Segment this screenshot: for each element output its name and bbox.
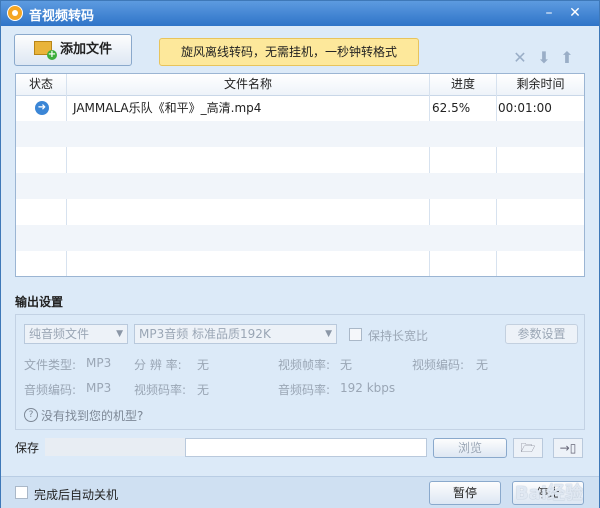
- keep-ratio-label: 保持长宽比: [368, 329, 429, 343]
- save-path-blurred: [45, 438, 185, 456]
- params-settings-button[interactable]: 参数设置: [505, 324, 578, 344]
- resolution-value: 无: [197, 358, 210, 372]
- help-icon: ?: [24, 408, 38, 422]
- move-down-icon[interactable]: ⬇: [536, 48, 552, 67]
- output-settings-panel: 纯音频文件 ▼ MP3音频 标准品质192K ▼ 保持长宽比 参数设置 文件类型…: [15, 314, 585, 430]
- resolution-label: 分 辨 率:: [134, 358, 182, 372]
- progress-cell: 62.5%: [432, 101, 471, 115]
- table-header: 状态 文件名称 进度 剩余时间: [16, 74, 584, 96]
- empty-row: [16, 199, 584, 225]
- video-codec-label: 视频编码:: [412, 358, 465, 372]
- auto-shutdown-label: 完成后自动关机: [34, 488, 119, 502]
- add-file-button[interactable]: 添加文件: [14, 34, 132, 66]
- chevron-down-icon: ▼: [325, 329, 332, 339]
- output-format-value: 纯音频文件: [29, 327, 90, 341]
- converter-window: 音视频转码 – ✕ 添加文件 旋风离线转码，无需挂机，一秒钟转格式 ✕ ⬇ ⬆ …: [0, 0, 600, 508]
- watermark-logo: Bai经验: [514, 483, 583, 504]
- video-bitrate-label: 视频码率:: [134, 383, 187, 397]
- bottom-bar: 完成后自动关机 暂停 停止 Bai经验: [1, 476, 599, 508]
- empty-row: [16, 147, 584, 173]
- empty-row: [16, 225, 584, 251]
- promo-banner[interactable]: 旋风离线转码，无需挂机，一秒钟转格式: [159, 38, 419, 66]
- empty-row: [16, 173, 584, 199]
- pause-button[interactable]: 暂停: [429, 481, 501, 505]
- output-settings-title: 输出设置: [15, 295, 64, 309]
- audio-bitrate-value: 192 kbps: [340, 381, 396, 395]
- table-row[interactable]: ➜ JAMMALA乐队《和平》_高清.mp4 62.5% 00:01:00: [16, 95, 584, 121]
- title-bar: 音视频转码 – ✕: [1, 1, 599, 26]
- open-folder-icon[interactable]: 🗁: [513, 438, 543, 458]
- column-header-status[interactable]: 状态: [16, 74, 66, 95]
- minimize-icon[interactable]: –: [539, 4, 559, 22]
- close-icon[interactable]: ✕: [565, 4, 585, 22]
- save-path-label: 保存: [15, 441, 40, 455]
- keep-ratio-checkbox[interactable]: [349, 328, 362, 341]
- video-fps-value: 无: [340, 358, 353, 372]
- device-help-link[interactable]: 没有找到您的机型?: [41, 407, 143, 424]
- add-file-label: 添加文件: [59, 42, 112, 57]
- audio-codec-label: 音频编码:: [24, 383, 77, 397]
- audio-bitrate-label: 音频码率:: [278, 383, 331, 397]
- folder-add-icon: [33, 41, 57, 60]
- audio-codec-value: MP3: [86, 381, 112, 395]
- save-path-input[interactable]: [185, 438, 427, 457]
- video-bitrate-value: 无: [197, 383, 210, 397]
- converting-arrow-icon: ➜: [35, 101, 49, 115]
- window-title: 音视频转码: [29, 9, 95, 24]
- column-header-progress[interactable]: 进度: [430, 74, 496, 95]
- delete-icon[interactable]: ✕: [512, 48, 528, 67]
- chevron-down-icon: ▼: [116, 329, 123, 339]
- file-type-label: 文件类型:: [24, 358, 77, 372]
- remaining-time-cell: 00:01:00: [498, 101, 552, 115]
- file-type-value: MP3: [86, 356, 112, 370]
- auto-shutdown-checkbox[interactable]: [15, 486, 28, 499]
- file-list-table: 状态 文件名称 进度 剩余时间 ➜ JAMMALA乐队《和平》_高清.mp4 6…: [15, 73, 585, 277]
- app-logo-icon: [7, 5, 23, 21]
- move-up-icon[interactable]: ⬆: [559, 48, 575, 67]
- column-header-filename[interactable]: 文件名称: [67, 74, 429, 95]
- output-quality-value: MP3音频 标准品质192K: [139, 327, 271, 341]
- column-header-remaining[interactable]: 剩余时间: [497, 74, 584, 95]
- file-name-cell: JAMMALA乐队《和平》_高清.mp4: [73, 101, 262, 115]
- export-to-device-icon[interactable]: →▯: [553, 438, 583, 458]
- output-format-select[interactable]: 纯音频文件 ▼: [24, 324, 128, 344]
- empty-row: [16, 251, 584, 276]
- empty-row: [16, 121, 584, 147]
- browse-button[interactable]: 浏览: [433, 438, 507, 458]
- output-quality-select[interactable]: MP3音频 标准品质192K ▼: [134, 324, 337, 344]
- video-fps-label: 视频帧率:: [278, 358, 331, 372]
- video-codec-value: 无: [476, 358, 489, 372]
